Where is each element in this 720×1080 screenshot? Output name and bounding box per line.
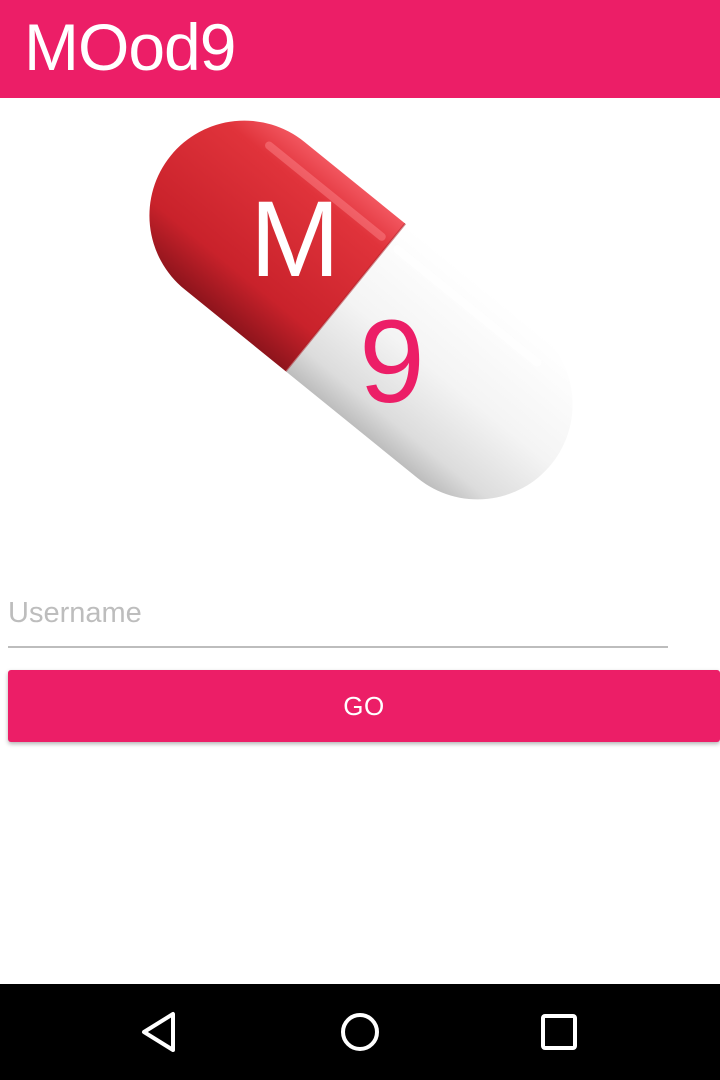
system-nav-bar [0, 984, 720, 1080]
login-screen: MOod9 M 9 Username GO [0, 0, 720, 1080]
logo-letter-9: 9 [359, 296, 425, 428]
go-button[interactable]: GO [8, 670, 720, 742]
app-title: MOod9 [24, 10, 236, 84]
username-input[interactable] [8, 580, 668, 648]
app-bar: MOod9 [0, 0, 720, 98]
capsule-pill-icon: M 9 [136, 98, 586, 522]
logo-letter-m: M [250, 178, 340, 299]
back-triangle-icon[interactable] [111, 984, 207, 1080]
home-circle-icon[interactable] [312, 984, 408, 1080]
recents-square-icon[interactable] [511, 984, 607, 1080]
